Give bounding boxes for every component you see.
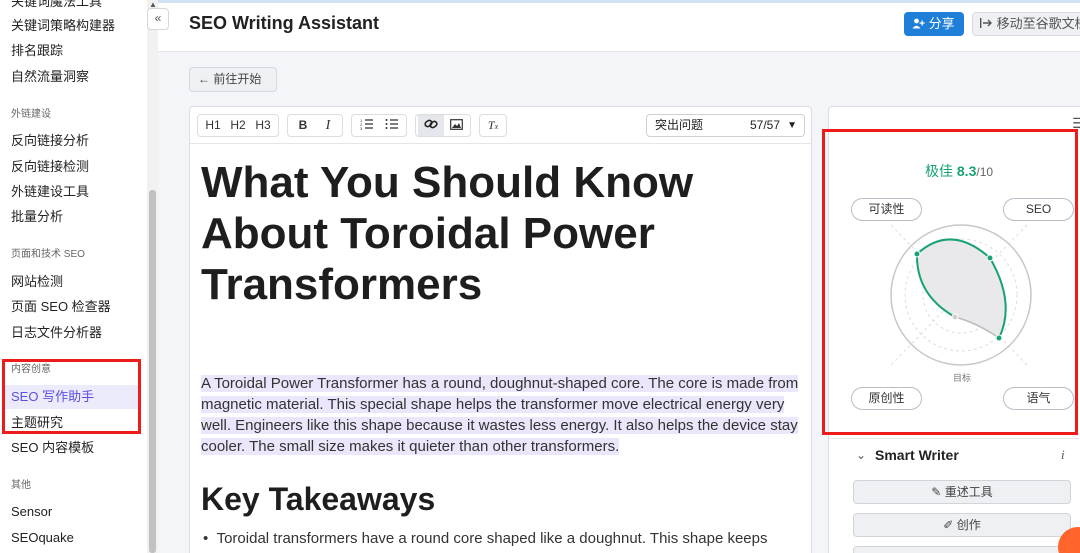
main-area: « SEO Writing Assistant 分享 移动至谷歌文档 ← 前往开… (147, 0, 1080, 553)
ordered-list-icon[interactable]: 123 (356, 115, 378, 136)
top-bar: « SEO Writing Assistant 分享 移动至谷歌文档 (147, 0, 1080, 52)
score-rating: 极佳 (925, 163, 953, 179)
move-label: 移动至谷歌文档 (996, 16, 1080, 31)
sidebar-item-organic-insights[interactable]: 自然流量洞察 (11, 68, 89, 86)
top-accent-bar (158, 0, 1080, 3)
info-icon[interactable]: i (1061, 447, 1065, 463)
document-title[interactable]: What You Should Know About Toroidal Powe… (201, 157, 761, 310)
overall-score: 极佳 8.3/10 (925, 161, 993, 181)
sidebar-scrollbar-thumb[interactable] (149, 190, 156, 553)
issue-count: 57/57 (749, 118, 780, 132)
sidebar-item-log-file-analyzer[interactable]: 日志文件分析器 (11, 324, 102, 342)
sidebar-item-site-audit[interactable]: 网站检测 (11, 273, 63, 291)
image-icon[interactable] (445, 115, 467, 136)
bullet-list-icon[interactable] (381, 115, 403, 136)
menu-icon[interactable]: ☰ (1072, 115, 1080, 132)
sidebar-item-keyword-strategy[interactable]: 关键词策略构建器 (11, 17, 115, 35)
sidebar-section-on-page-tech-seo: 页面和技术 SEO (11, 249, 85, 260)
originality-pill[interactable]: 原创性 (851, 387, 922, 410)
edit-icon: ✎ (931, 485, 942, 499)
sidebar-item-bulk-analysis[interactable]: 批量分析 (11, 208, 63, 226)
share-button[interactable]: 分享 (904, 12, 964, 36)
issue-select-label: 突出问题 (655, 118, 704, 132)
editor-toolbar: H1 H2 H3 B I 123 Tx 突出问题 57/57 ▼ (190, 107, 811, 144)
back-label: 前往开始 (213, 72, 262, 86)
smart-writer-title: Smart Writer (875, 447, 959, 463)
format-group: B I (287, 114, 343, 137)
rephrase-tool-button[interactable]: ✎ 重述工具 (853, 480, 1071, 504)
compose-label: 创作 (956, 518, 981, 532)
svg-text:3: 3 (360, 126, 363, 130)
add-user-icon (912, 16, 929, 31)
compose-button[interactable]: ✐ 创作 (853, 513, 1071, 537)
page-title: SEO Writing Assistant (189, 13, 380, 33)
heading-1-button[interactable]: H1 (202, 115, 224, 136)
move-to-google-docs-button[interactable]: 移动至谷歌文档 (972, 12, 1080, 36)
score-max: /10 (976, 165, 994, 179)
highlighted-text[interactable]: A Toroidal Power Transformer has a round… (201, 375, 799, 455)
score-panel: ☰ 极佳 8.3/10 可读性 SEO 原创性 语气 (828, 106, 1080, 553)
clear-format-icon[interactable]: Tx (482, 115, 504, 136)
more-tool-button[interactable] (853, 546, 1071, 553)
italic-button[interactable]: I (317, 115, 339, 136)
document-bullet-item[interactable]: • Toroidal transformers have a round cor… (203, 530, 803, 547)
link-icon[interactable] (418, 115, 444, 136)
sidebar-section-content-marketing: 内容创意 (11, 364, 51, 375)
arrow-left-icon: ← (198, 72, 210, 86)
bold-button[interactable]: B (292, 115, 314, 136)
sidebar-item-seo-writing-assistant[interactable]: SEO 写作助手 (4, 385, 138, 409)
editor-panel: H1 H2 H3 B I 123 Tx 突出问题 57/57 ▼ What Yo… (189, 106, 812, 553)
document-paragraph[interactable]: A Toroidal Power Transformer has a round… (201, 373, 806, 457)
sidebar-item-position-tracking[interactable]: 排名跟踪 (11, 42, 63, 60)
smart-writer-header[interactable]: ⌄ Smart Writer i (829, 438, 1080, 472)
sidebar-item-topic-research[interactable]: 主题研究 (11, 414, 63, 432)
rephrase-label: 重述工具 (944, 485, 993, 499)
document-heading-2[interactable]: Key Takeaways (201, 481, 435, 518)
back-to-start-button[interactable]: ← 前往开始 (189, 67, 277, 92)
bullet-text: Toroidal transformers have a round core … (216, 530, 768, 547)
sidebar-item-seoquake[interactable]: SEOquake (11, 529, 74, 547)
heading-2-button[interactable]: H2 (227, 115, 249, 136)
collapse-sidebar-icon[interactable]: « (147, 8, 169, 30)
sidebar-item-keyword-magic[interactable]: 关键词魔法工具 (11, 0, 102, 11)
export-icon (979, 16, 997, 31)
sidebar-section-other: 其他 (11, 480, 31, 491)
score-radar-chart (890, 224, 1032, 366)
app-root: 关键词魔法工具 关键词策略构建器 排名跟踪 自然流量洞察 外链建设 反向链接分析… (0, 0, 1080, 553)
sidebar-item-link-building-tool[interactable]: 外链建设工具 (11, 183, 89, 201)
highlight-issues-select[interactable]: 突出问题 57/57 ▼ (646, 114, 805, 137)
heading-group: H1 H2 H3 (197, 114, 279, 137)
sidebar-item-backlink-audit[interactable]: 反向链接检测 (11, 158, 89, 176)
list-group: 123 (351, 114, 407, 137)
sidebar: 关键词魔法工具 关键词策略构建器 排名跟踪 自然流量洞察 外链建设 反向链接分析… (0, 0, 147, 553)
sidebar-item-on-page-seo-checker[interactable]: 页面 SEO 检查器 (11, 298, 111, 316)
score-value: 8.3 (956, 163, 977, 179)
share-label: 分享 (928, 16, 955, 31)
tone-pill[interactable]: 语气 (1003, 387, 1074, 410)
heading-3-button[interactable]: H3 (252, 115, 274, 136)
chevron-down-icon[interactable]: ⌄ (856, 448, 866, 462)
clear-format-group: Tx (479, 114, 507, 137)
insert-group (415, 114, 471, 137)
magic-pen-icon: ✐ (943, 518, 954, 532)
sidebar-item-sensor[interactable]: Sensor (11, 503, 52, 521)
sidebar-section-link-building: 外链建设 (11, 109, 51, 120)
sidebar-item-backlink-analytics[interactable]: 反向链接分析 (11, 132, 89, 150)
chevron-down-icon: ▼ (787, 120, 797, 131)
target-label: 目标 (953, 373, 972, 383)
sidebar-item-seo-content-template[interactable]: SEO 内容模板 (11, 439, 94, 457)
